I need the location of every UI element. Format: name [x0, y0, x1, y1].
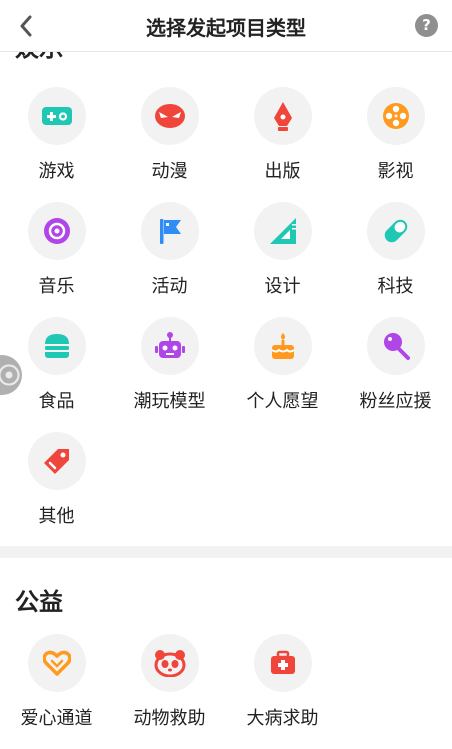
category-event[interactable]: 活动	[113, 202, 226, 317]
page-title: 选择发起项目类型	[146, 16, 306, 40]
pen-nib-icon	[273, 102, 292, 131]
floating-assist-button[interactable]	[0, 355, 22, 395]
category-personal-wish[interactable]: 个人愿望	[226, 317, 339, 432]
medical-kit-icon	[270, 650, 295, 674]
category-love-channel[interactable]: 爱心通道	[0, 634, 113, 749]
category-label: 设计	[264, 276, 301, 297]
category-other[interactable]: 其他	[0, 432, 113, 547]
category-label: 动物救助	[133, 708, 206, 729]
category-fan-support[interactable]: 粉丝应援	[339, 317, 452, 432]
category-label: 其他	[38, 506, 75, 527]
anime-mask-icon	[154, 104, 185, 128]
capsule-icon	[384, 219, 407, 243]
category-label: 动漫	[151, 161, 188, 182]
category-design[interactable]: 设计	[226, 202, 339, 317]
section-title-charity: 公益	[15, 588, 63, 616]
cake-icon	[270, 333, 295, 359]
robot-icon	[154, 332, 185, 358]
category-label: 游戏	[38, 161, 75, 182]
entertainment-category-grid: 游戏 动漫 出版 影视 音乐 活动 设计 科技 食品 潮玩模型 个人愿望 粉丝应…	[0, 87, 452, 547]
category-label: 潮玩模型	[133, 391, 206, 412]
set-square-icon	[269, 218, 296, 244]
microphone-icon	[383, 333, 410, 360]
category-toy-model[interactable]: 潮玩模型	[113, 317, 226, 432]
category-medical-help[interactable]: 大病求助	[226, 634, 339, 749]
film-reel-icon	[382, 103, 409, 129]
floating-assist-icon	[0, 364, 20, 386]
category-label: 出版	[264, 161, 301, 182]
category-label: 大病求助	[246, 708, 319, 729]
category-tech[interactable]: 科技	[339, 202, 452, 317]
category-label: 爱心通道	[20, 708, 93, 729]
heart-icon	[42, 650, 71, 676]
burger-icon	[44, 334, 69, 358]
category-label: 活动	[151, 276, 188, 297]
category-animal-rescue[interactable]: 动物救助	[113, 634, 226, 749]
category-music[interactable]: 音乐	[0, 202, 113, 317]
help-button[interactable]: ?	[415, 14, 438, 37]
category-anime[interactable]: 动漫	[113, 87, 226, 202]
category-label: 粉丝应援	[359, 391, 432, 412]
top-nav-bar: 选择发起项目类型 ?	[0, 0, 452, 52]
category-game[interactable]: 游戏	[0, 87, 113, 202]
record-icon	[43, 218, 70, 244]
category-label: 音乐	[38, 276, 75, 297]
category-publishing[interactable]: 出版	[226, 87, 339, 202]
category-label: 科技	[377, 276, 414, 297]
category-label: 影视	[377, 161, 414, 182]
flag-icon	[159, 219, 181, 244]
tag-icon	[43, 449, 69, 474]
panda-icon	[154, 650, 185, 677]
category-label: 食品	[38, 391, 75, 412]
category-label: 个人愿望	[246, 391, 319, 412]
section-divider	[0, 546, 452, 558]
gamepad-icon	[41, 107, 72, 125]
charity-category-grid: 爱心通道 动物救助 大病求助	[0, 634, 452, 749]
category-film[interactable]: 影视	[339, 87, 452, 202]
